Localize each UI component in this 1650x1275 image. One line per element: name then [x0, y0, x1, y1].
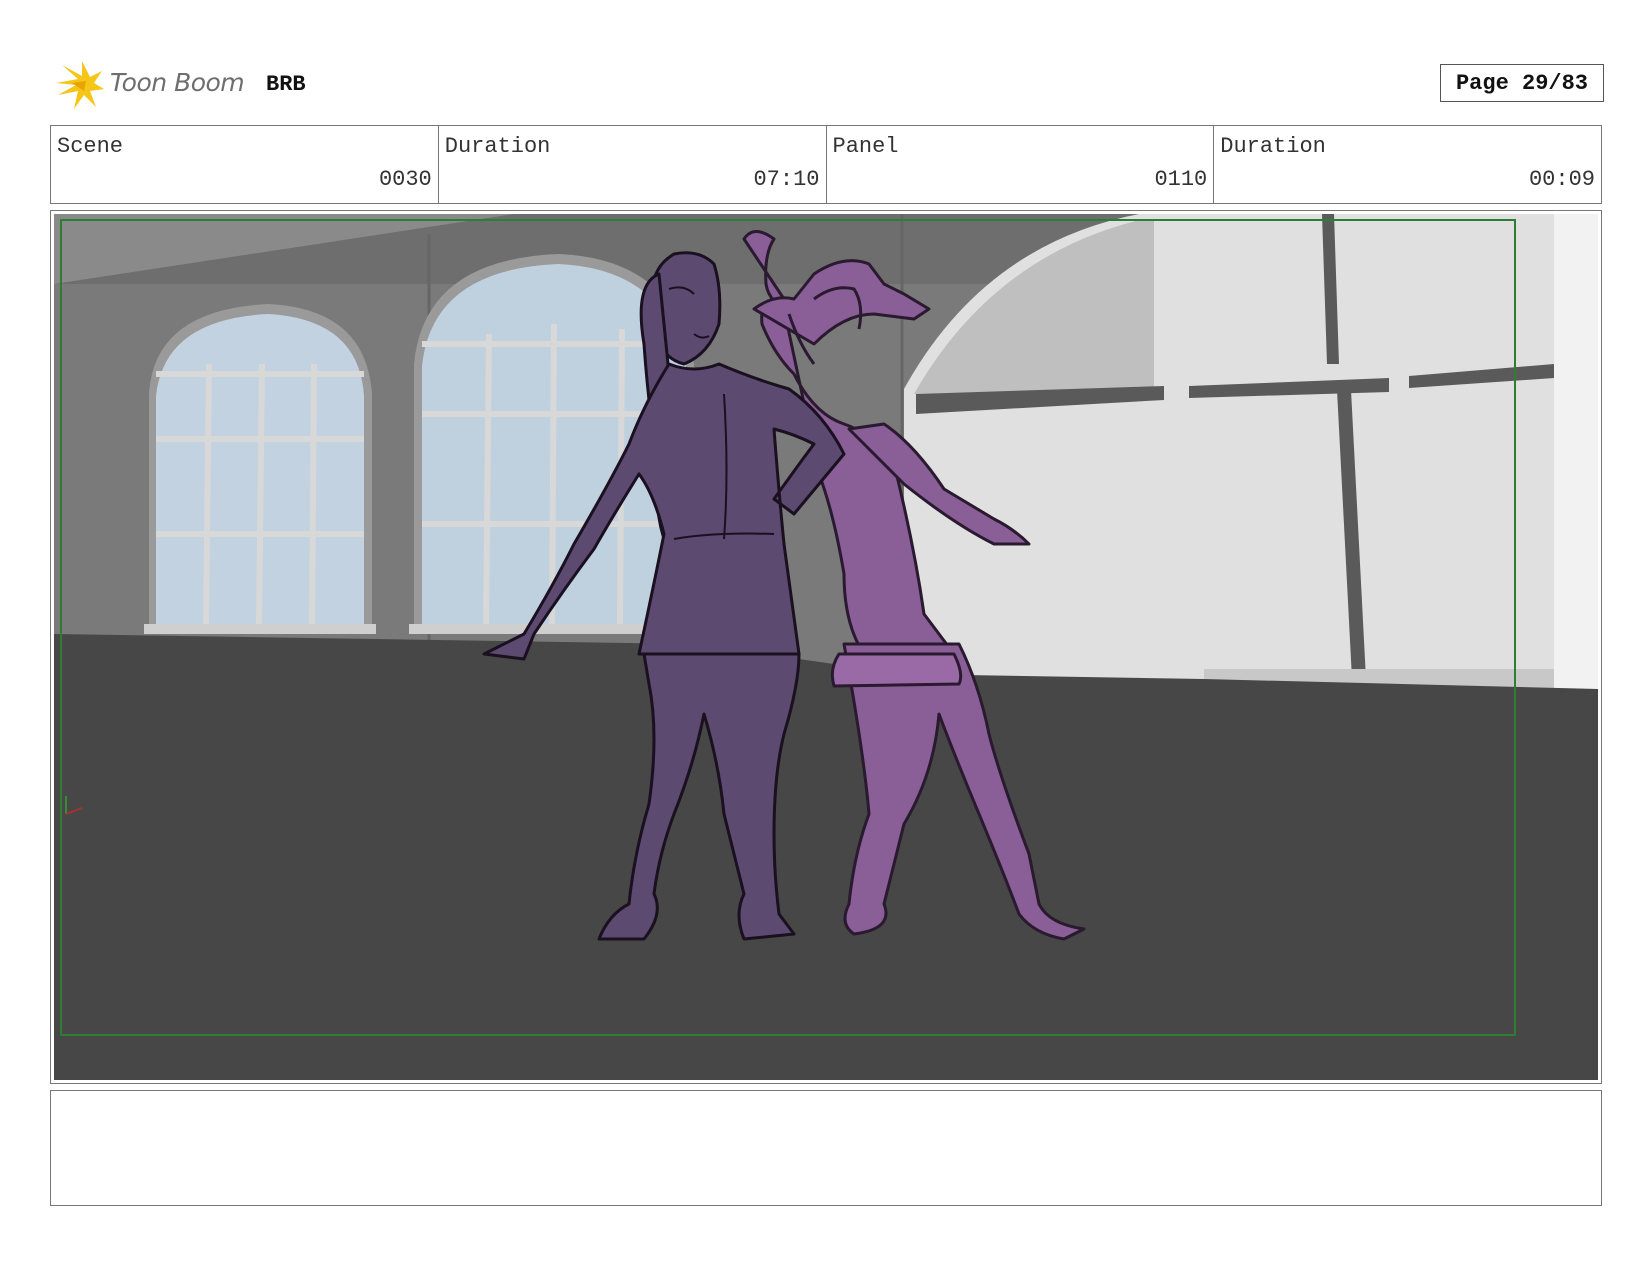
- logo-text: Toon Boom: [110, 68, 245, 97]
- panel-duration-label: Duration: [1220, 134, 1326, 159]
- panel-info-table: Scene 0030 Duration 07:10 Panel 0110 Dur…: [50, 125, 1602, 204]
- panel-cell: Panel 0110: [827, 126, 1215, 203]
- project-title: BRB: [266, 72, 306, 97]
- scene-cell: Scene 0030: [51, 126, 439, 203]
- storyboard-panel: ersp: [50, 210, 1602, 1084]
- page-number: Page 29/83: [1440, 64, 1604, 102]
- panel-label: Panel: [832, 134, 899, 159]
- panel-artwork: ersp: [54, 214, 1598, 1080]
- panel-duration-cell: Duration 00:09: [1214, 126, 1601, 203]
- scene-label: Scene: [57, 134, 124, 159]
- scene-duration-cell: Duration 07:10: [439, 126, 827, 203]
- scene-duration-value: 07:10: [753, 167, 820, 192]
- scene-duration-label: Duration: [444, 134, 551, 159]
- scene-value: 0030: [378, 167, 432, 192]
- panel-duration-value: 00:09: [1528, 167, 1595, 192]
- panel-notes-box: [50, 1090, 1602, 1206]
- panel-value: 0110: [1154, 167, 1208, 192]
